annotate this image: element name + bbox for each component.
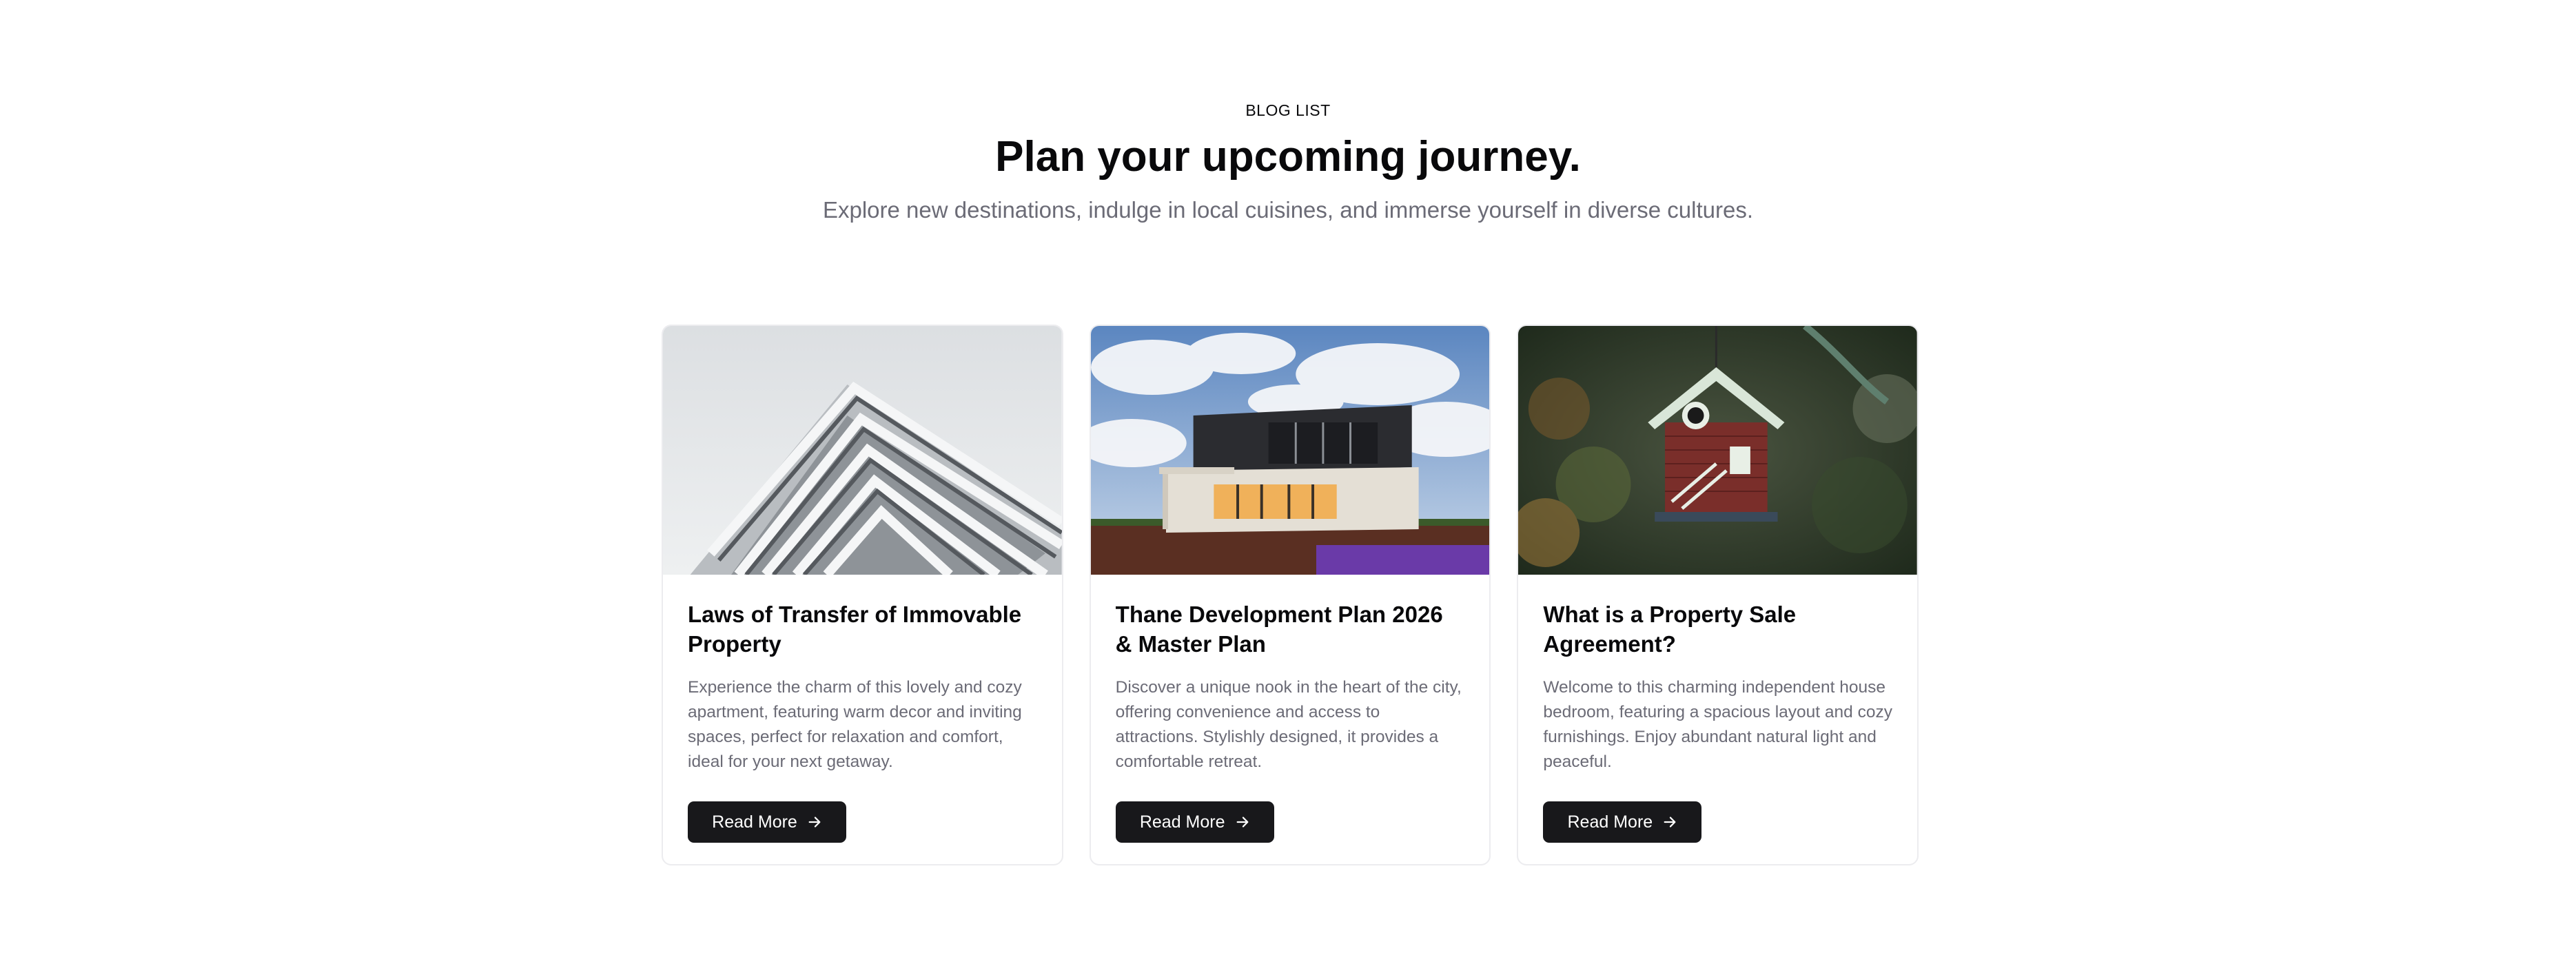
page-title: Plan your upcoming journey. bbox=[995, 133, 1581, 181]
card-description: Discover a unique nook in the heart of t… bbox=[1115, 678, 1462, 771]
card-image-birdhouse bbox=[1518, 326, 1918, 575]
read-more-label: Read More bbox=[712, 812, 797, 832]
blog-card: What is a Property Sale Agreement? Welco… bbox=[1517, 325, 1919, 865]
blog-card-list: Laws of Transfer of Immovable Property E… bbox=[662, 325, 1919, 865]
arrow-right-icon bbox=[1235, 814, 1250, 830]
card-title[interactable]: Laws of Transfer of Immovable Property bbox=[688, 599, 1037, 659]
section-eyebrow: BLOG LIST bbox=[1245, 101, 1331, 119]
read-more-label: Read More bbox=[1139, 812, 1225, 832]
arrow-right-icon bbox=[807, 814, 822, 830]
read-more-button[interactable]: Read More bbox=[688, 801, 846, 843]
blog-card: Thane Development Plan 2026 & Master Pla… bbox=[1089, 325, 1491, 865]
card-title[interactable]: Thane Development Plan 2026 & Master Pla… bbox=[1116, 599, 1465, 659]
card-title[interactable]: What is a Property Sale Agreement? bbox=[1543, 599, 1892, 659]
card-image-building bbox=[663, 326, 1062, 575]
card-description: Welcome to this charming independent hou… bbox=[1543, 678, 1892, 771]
card-description: Experience the charm of this lovely and … bbox=[688, 678, 1022, 771]
read-more-button[interactable]: Read More bbox=[1115, 801, 1274, 843]
card-image-modern-house bbox=[1090, 326, 1490, 575]
page-subtitle: Explore new destinations, indulge in loc… bbox=[822, 197, 1753, 223]
read-more-button[interactable]: Read More bbox=[1543, 801, 1702, 843]
blog-card: Laws of Transfer of Immovable Property E… bbox=[662, 325, 1063, 865]
arrow-right-icon bbox=[1662, 814, 1677, 830]
read-more-label: Read More bbox=[1567, 812, 1653, 832]
